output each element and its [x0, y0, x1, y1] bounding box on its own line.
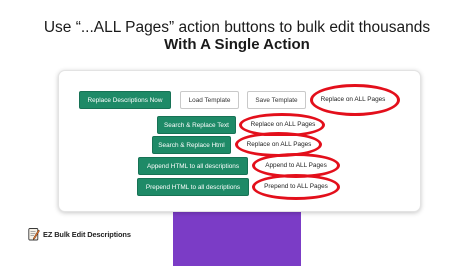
replace-all-pages-button[interactable]: Replace on ALL Pages: [317, 91, 389, 109]
save-template-button[interactable]: Save Template: [247, 91, 306, 109]
prepend-all-pages-button[interactable]: Prepend to ALL Pages: [261, 178, 331, 196]
action-panel: Replace Descriptions Now Load Template S…: [58, 70, 421, 212]
prepend-html-button[interactable]: Prepend HTML to all descriptions: [137, 178, 249, 196]
append-all-pages-button[interactable]: Append to ALL Pages: [261, 157, 331, 175]
decorative-purple-block: [173, 208, 301, 266]
headline: Use “...ALL Pages” action buttons to bul…: [0, 19, 474, 53]
headline-line-2: With A Single Action: [164, 36, 310, 53]
replace-descriptions-now-button[interactable]: Replace Descriptions Now: [79, 91, 171, 109]
pencil-notepad-icon: [28, 228, 40, 241]
search-replace-text-button[interactable]: Search & Replace Text: [157, 116, 236, 134]
replace-all-pages-text-button[interactable]: Replace on ALL Pages: [248, 116, 318, 134]
replace-all-pages-html-button[interactable]: Replace on ALL Pages: [244, 136, 314, 154]
load-template-button[interactable]: Load Template: [180, 91, 239, 109]
brand-name: EZ Bulk Edit Descriptions: [43, 229, 131, 239]
search-replace-html-button[interactable]: Search & Replace Html: [152, 136, 231, 154]
brand: EZ Bulk Edit Descriptions: [28, 226, 131, 242]
headline-line-1: Use “...ALL Pages” action buttons to bul…: [43, 19, 431, 36]
append-html-button[interactable]: Append HTML to all descriptions: [138, 157, 248, 175]
